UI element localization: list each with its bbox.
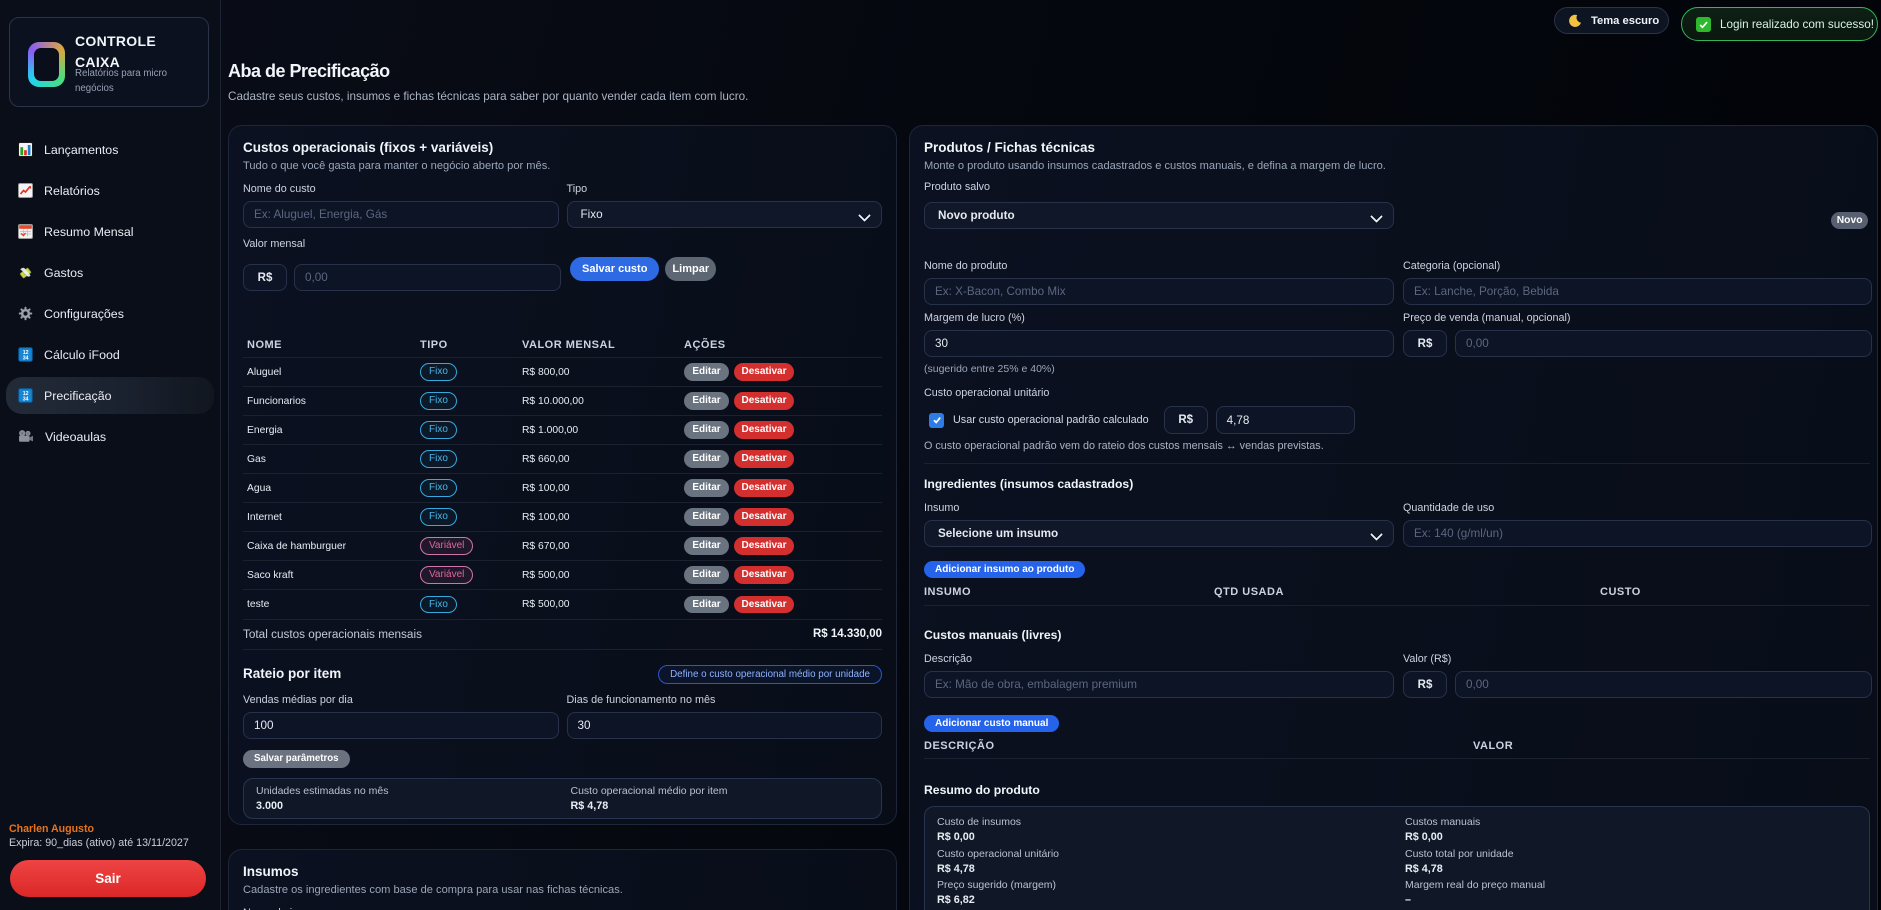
svg-text:34: 34 <box>23 355 29 361</box>
svg-text:34: 34 <box>23 396 29 402</box>
